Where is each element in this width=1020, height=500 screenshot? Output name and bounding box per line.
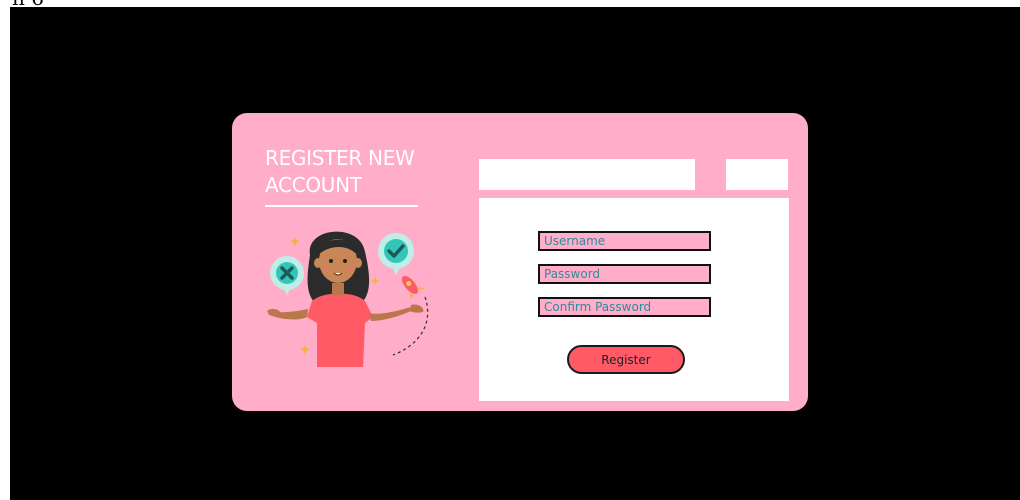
form-tab-small[interactable] <box>726 159 788 190</box>
password-input[interactable] <box>538 264 711 284</box>
page-background: REGISTER NEW ACCOUNT Username Register <box>10 7 1020 500</box>
ear <box>314 258 322 268</box>
ear <box>354 258 362 268</box>
page-title: REGISTER NEW ACCOUNT <box>265 146 415 197</box>
neck <box>332 283 344 295</box>
eye <box>343 259 347 263</box>
rocket-icon <box>401 275 425 300</box>
register-card: REGISTER NEW ACCOUNT Username Register <box>232 113 808 411</box>
title-underline <box>265 205 418 207</box>
right-hand <box>410 304 424 313</box>
shirt <box>307 293 373 367</box>
register-button[interactable]: Register <box>567 345 685 374</box>
form-tab-bar[interactable] <box>479 159 695 190</box>
sparkle-icon <box>290 237 300 246</box>
confirm-password-input[interactable] <box>538 297 711 317</box>
right-arm <box>369 307 411 321</box>
woman-choice-illustration <box>267 231 429 367</box>
dashed-trail <box>392 296 429 356</box>
eye <box>329 259 333 263</box>
sparkle-icon <box>300 345 310 354</box>
x-bubble-icon <box>270 256 304 295</box>
sparkle-icon <box>371 277 379 285</box>
username-input[interactable] <box>538 231 711 251</box>
check-bubble-icon <box>378 233 414 275</box>
register-form-panel: Register <box>479 198 789 401</box>
